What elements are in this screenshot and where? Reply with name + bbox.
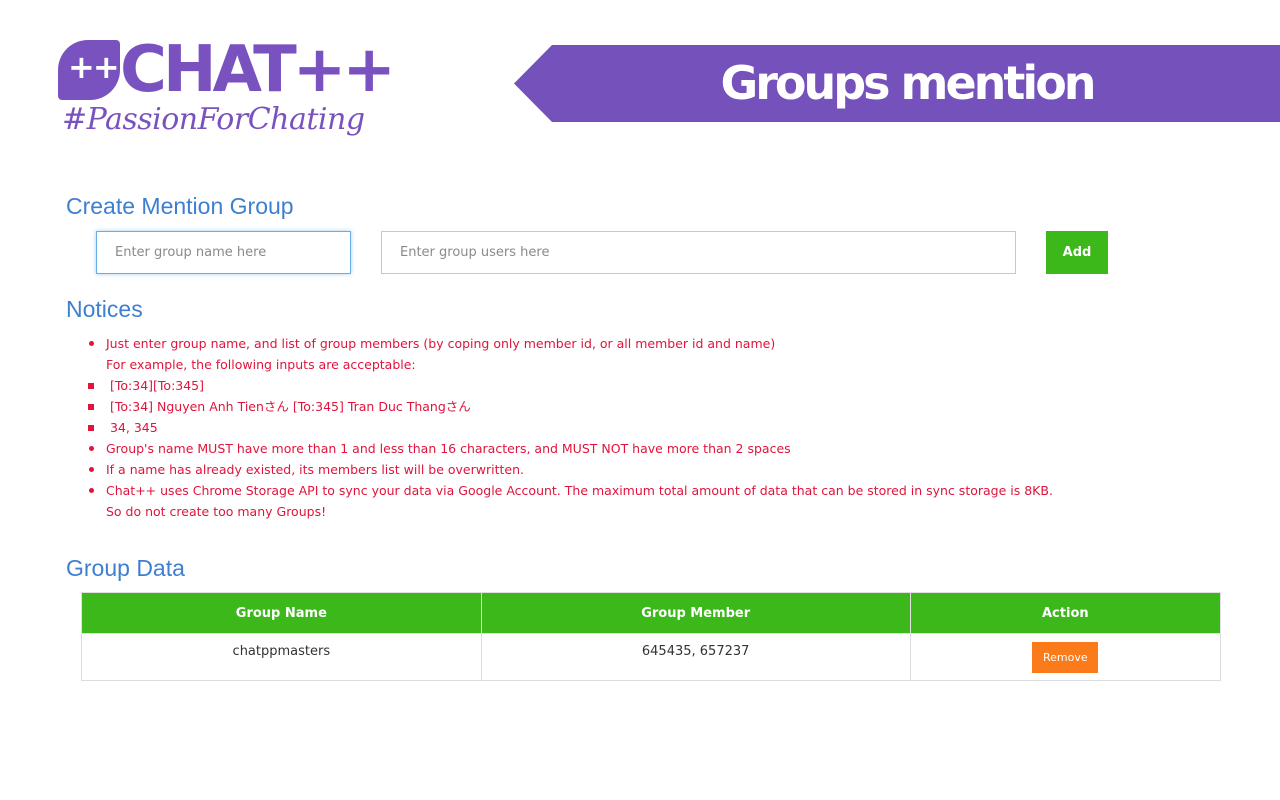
- square-bullet-icon: [88, 383, 94, 389]
- title-ribbon: Groups mention: [514, 45, 1280, 122]
- notice-examples: [To:34][To:345] [To:34] Nguyen Anh Tienさ…: [86, 375, 1053, 438]
- create-group-heading: Create Mention Group: [66, 193, 294, 219]
- notice-text: Just enter group name, and list of group…: [106, 336, 776, 351]
- notice-item: Just enter group name, and list of group…: [86, 333, 1053, 375]
- remove-button[interactable]: Remove: [1032, 642, 1099, 673]
- column-header-action: Action: [909, 592, 1222, 634]
- group-data-heading: Group Data: [66, 555, 185, 581]
- notice-text: If a name has already existed, its membe…: [106, 462, 524, 477]
- logo-badge-text: ++: [68, 48, 120, 86]
- logo-tagline: #PassionForChating: [62, 102, 365, 137]
- notice-text: For example, the following inputs are ac…: [106, 357, 416, 372]
- square-bullet-icon: [88, 404, 94, 410]
- notice-text: Chat++ uses Chrome Storage API to sync y…: [106, 483, 1053, 498]
- notice-item: Chat++ uses Chrome Storage API to sync y…: [86, 480, 1053, 522]
- bullet-icon: [89, 446, 94, 451]
- logo-badge: ++: [58, 40, 120, 100]
- notice-text: So do not create too many Groups!: [106, 504, 327, 519]
- notice-item: Group's name MUST have more than 1 and l…: [86, 438, 1053, 459]
- example-text: 34, 345: [110, 420, 158, 435]
- notice-item: If a name has already existed, its membe…: [86, 459, 1053, 480]
- example-item: 34, 345: [86, 417, 1053, 438]
- example-item: [To:34] Nguyen Anh Tienさん [To:345] Tran …: [86, 396, 1053, 417]
- square-bullet-icon: [88, 425, 94, 431]
- add-button[interactable]: Add: [1046, 231, 1108, 274]
- page: ++ CHAT++ #PassionForChating Groups ment…: [0, 0, 1280, 800]
- cell-group-member: 645435, 657237: [480, 633, 911, 681]
- table-row: chatppmasters 645435, 657237 Remove: [81, 633, 1222, 681]
- page-title: Groups mention: [720, 56, 1096, 110]
- example-item: [To:34][To:345]: [86, 375, 1053, 396]
- bullet-icon: [89, 341, 94, 346]
- example-text: [To:34][To:345]: [110, 378, 205, 393]
- cell-group-name: chatppmasters: [81, 633, 482, 681]
- examples-list: [To:34][To:345] [To:34] Nguyen Anh Tienさ…: [86, 375, 1053, 438]
- notices-heading: Notices: [66, 296, 143, 322]
- notice-text: Group's name MUST have more than 1 and l…: [106, 441, 791, 456]
- table-header-row: Group Name Group Member Action: [81, 592, 1222, 634]
- group-data-table: Group Name Group Member Action chatppmas…: [81, 592, 1222, 681]
- group-name-input[interactable]: [96, 231, 351, 274]
- logo-name: CHAT++: [120, 33, 396, 107]
- bullet-icon: [89, 488, 94, 493]
- chatpp-logo: ++ CHAT++ #PassionForChating: [56, 38, 396, 143]
- group-users-input[interactable]: [381, 231, 1016, 274]
- example-text: [To:34] Nguyen Anh Tienさん [To:345] Tran …: [110, 399, 471, 414]
- bullet-icon: [89, 467, 94, 472]
- column-header-group-name: Group Name: [81, 592, 482, 634]
- notices-list: Just enter group name, and list of group…: [86, 333, 1053, 522]
- cell-action: Remove: [909, 633, 1222, 681]
- column-header-group-member: Group Member: [480, 592, 911, 634]
